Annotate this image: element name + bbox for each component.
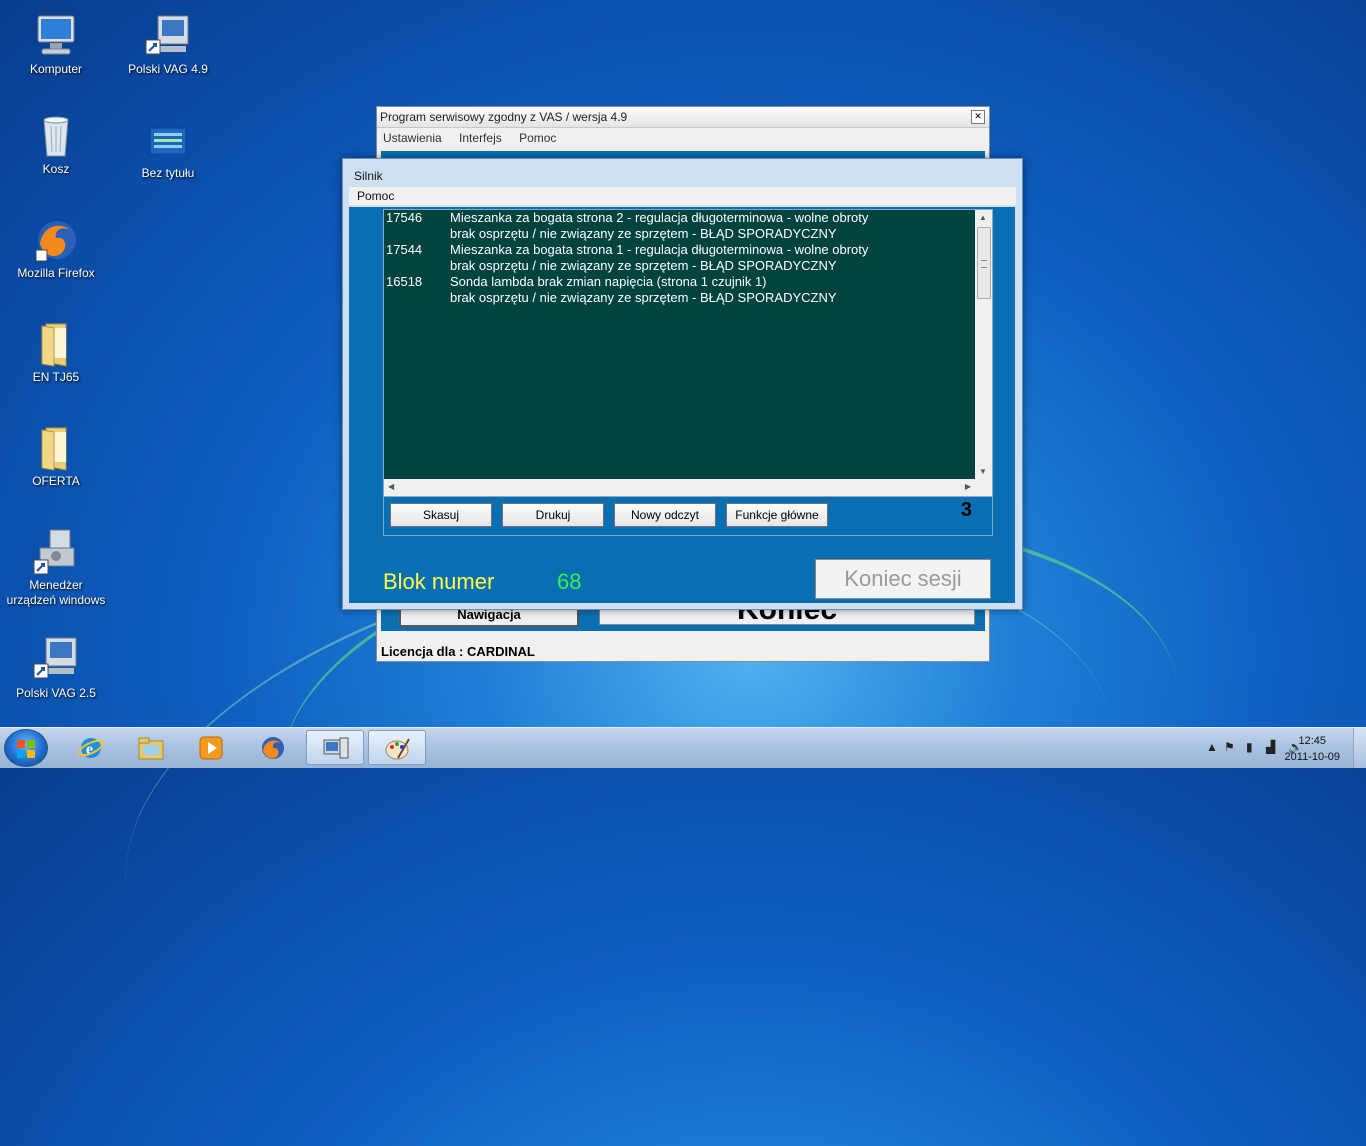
- firefox-icon: [262, 737, 284, 759]
- taskbar: e ▲ ⚑ ▮ ▟ 🔈 12:45 2011-10-09: [0, 727, 1366, 768]
- fault-detail-row: brak osprzętu / nie związany ze sprzętem…: [384, 258, 975, 274]
- license-status: Licencja dla : CARDINAL: [381, 644, 535, 659]
- fault-code: 17544: [386, 242, 423, 257]
- taskbar-firefox[interactable]: [244, 730, 302, 765]
- desktop-icon-label: Kosz: [42, 162, 70, 176]
- fault-row[interactable]: 17546 Mieszanka za bogata strona 2 - regu…: [384, 210, 975, 226]
- desktop-icon-menedzer-urzadzen[interactable]: Menedżer urządzeń windows: [6, 528, 106, 608]
- computer-icon: [32, 12, 80, 60]
- fault-detail: brak osprzętu / nie związany ze sprzętem…: [450, 226, 837, 241]
- clock-date: 2011-10-09: [1284, 751, 1340, 763]
- desktop-icon-komputer[interactable]: Komputer: [6, 12, 106, 77]
- desktop-icon-label: Mozilla Firefox: [17, 266, 95, 280]
- scrollbar-corner: [975, 479, 992, 496]
- action-button-panel: Skasuj Drukuj Nowy odczyt Funkcje główne…: [383, 497, 993, 536]
- block-number-value: 68: [557, 569, 582, 594]
- clock-time: 12:45: [1298, 735, 1327, 747]
- fault-description: Mieszanka za bogata strona 1 - regulacja…: [450, 242, 869, 257]
- scroll-left-icon[interactable]: ◀: [388, 482, 394, 491]
- document-icon: [144, 116, 192, 164]
- fault-row[interactable]: 17544 Mieszanka za bogata strona 1 - regu…: [384, 242, 975, 258]
- scroll-up-icon[interactable]: ▲: [979, 213, 987, 222]
- block-number-label: Blok numer: [383, 569, 495, 594]
- scroll-down-icon[interactable]: ▼: [979, 467, 987, 476]
- show-desktop-button[interactable]: [1353, 728, 1366, 768]
- horizontal-scrollbar[interactable]: ◀ ▶: [384, 479, 975, 496]
- network-signal-icon[interactable]: ▟: [1266, 740, 1275, 754]
- internet-explorer-icon: e: [78, 738, 104, 758]
- fault-list[interactable]: 17546 Mieszanka za bogata strona 2 - regu…: [383, 209, 993, 497]
- desktop-icon-firefox[interactable]: Mozilla Firefox: [6, 216, 106, 281]
- folder-icon: [32, 320, 80, 368]
- paint-icon: [385, 738, 410, 760]
- fault-code: 17546: [386, 210, 423, 225]
- fault-detail: brak osprzętu / nie związany ze sprzętem…: [450, 258, 837, 273]
- clear-faults-button[interactable]: Skasuj: [390, 503, 492, 527]
- print-button[interactable]: Drukuj: [502, 503, 604, 527]
- media-player-icon: [199, 736, 223, 760]
- taskbar-explorer[interactable]: [122, 730, 180, 765]
- vag-shortcut-icon: [144, 12, 192, 60]
- desktop-icon-label: OFERTA: [32, 474, 80, 488]
- fault-description: Mieszanka za bogata strona 2 - regulacja…: [450, 210, 869, 225]
- grip-icon: [981, 260, 987, 268]
- taskbar-paint[interactable]: [368, 730, 426, 765]
- firefox-icon: [32, 216, 80, 264]
- vag-app-icon: [323, 737, 349, 759]
- vertical-scrollbar[interactable]: ▲ ▼: [975, 210, 992, 479]
- fault-description: Sonda lambda brak zmian napięcia (strona…: [450, 274, 767, 289]
- desktop-icon-label: EN TJ65: [32, 370, 80, 384]
- action-center-icon[interactable]: ⚑: [1224, 740, 1235, 754]
- desktop-icon-label: Menedżer urządzeń windows: [6, 578, 106, 607]
- system-tray: ▲ ⚑ ▮ ▟ 🔈 12:45 2011-10-09: [1146, 728, 1366, 768]
- desktop-icon-kosz[interactable]: Kosz: [6, 112, 106, 177]
- desktop-icon-label: Polski VAG 4.9: [128, 62, 208, 76]
- desktop-icon-oferta[interactable]: OFERTA: [6, 424, 106, 489]
- battery-icon[interactable]: ▮: [1246, 740, 1253, 754]
- new-read-button[interactable]: Nowy odczyt: [614, 503, 716, 527]
- dialog-title: Silnik: [354, 169, 383, 183]
- desktop-icon-polski-vag-25[interactable]: Polski VAG 2.5: [6, 636, 106, 701]
- taskbar-media-player[interactable]: [182, 730, 240, 765]
- desktop-icon-en-tj65[interactable]: EN TJ65: [6, 320, 106, 385]
- dialog-body: 17546 Mieszanka za bogata strona 2 - regu…: [349, 207, 1015, 603]
- taskbar-vag[interactable]: [306, 730, 364, 765]
- end-session-button[interactable]: Koniec sesji: [815, 559, 991, 599]
- menu-interfejs[interactable]: Interfejs: [459, 131, 502, 145]
- menu-ustawienia[interactable]: Ustawienia: [383, 131, 442, 145]
- dialog-menu-bar: Pomoc: [349, 187, 1016, 205]
- engine-dialog: Silnik Pomoc 17546 Mieszanka za bogata st…: [342, 158, 1023, 610]
- vag-shortcut-icon: [32, 636, 80, 684]
- show-hidden-icons-icon[interactable]: ▲: [1206, 740, 1218, 754]
- desktop-icon-label: Komputer: [29, 62, 83, 76]
- clock[interactable]: 12:45 2011-10-09: [1285, 733, 1340, 765]
- scroll-right-icon[interactable]: ▶: [965, 482, 971, 491]
- folder-icon: [32, 424, 80, 472]
- start-button[interactable]: [4, 729, 48, 767]
- menu-pomoc[interactable]: Pomoc: [357, 189, 394, 203]
- scroll-thumb[interactable]: [977, 227, 991, 299]
- fault-detail-row: brak osprzętu / nie związany ze sprzętem…: [384, 290, 975, 306]
- menu-pomoc[interactable]: Pomoc: [519, 131, 556, 145]
- window-title: Program serwisowy zgodny z VAS / wersja …: [377, 107, 989, 128]
- fault-row[interactable]: 16518 Sonda lambda brak zmian napięcia (s…: [384, 274, 975, 290]
- fault-count: 3: [960, 499, 972, 521]
- fault-detail-row: brak osprzętu / nie związany ze sprzętem…: [384, 226, 975, 242]
- fault-code: 16518: [386, 274, 423, 289]
- close-icon[interactable]: ✕: [971, 110, 985, 124]
- fault-list-content: 17546 Mieszanka za bogata strona 2 - regu…: [384, 210, 975, 479]
- explorer-folder-icon: [138, 737, 164, 760]
- main-menu-bar: Ustawienia Interfejs Pomoc: [377, 128, 989, 148]
- desktop-icon-bez-tytulu[interactable]: Bez tytułu: [118, 116, 218, 181]
- taskbar-ie[interactable]: e: [62, 730, 120, 765]
- device-manager-icon: [32, 528, 80, 576]
- windows-logo-icon: [17, 740, 35, 758]
- desktop-icon-polski-vag-49[interactable]: Polski VAG 4.9: [118, 12, 218, 77]
- desktop-icon-label: Bez tytułu: [141, 166, 195, 180]
- recycle-bin-icon: [32, 112, 80, 160]
- main-functions-button[interactable]: Funkcje główne: [726, 503, 828, 527]
- fault-detail: brak osprzętu / nie związany ze sprzętem…: [450, 290, 837, 305]
- desktop-icon-label: Polski VAG 2.5: [16, 686, 96, 700]
